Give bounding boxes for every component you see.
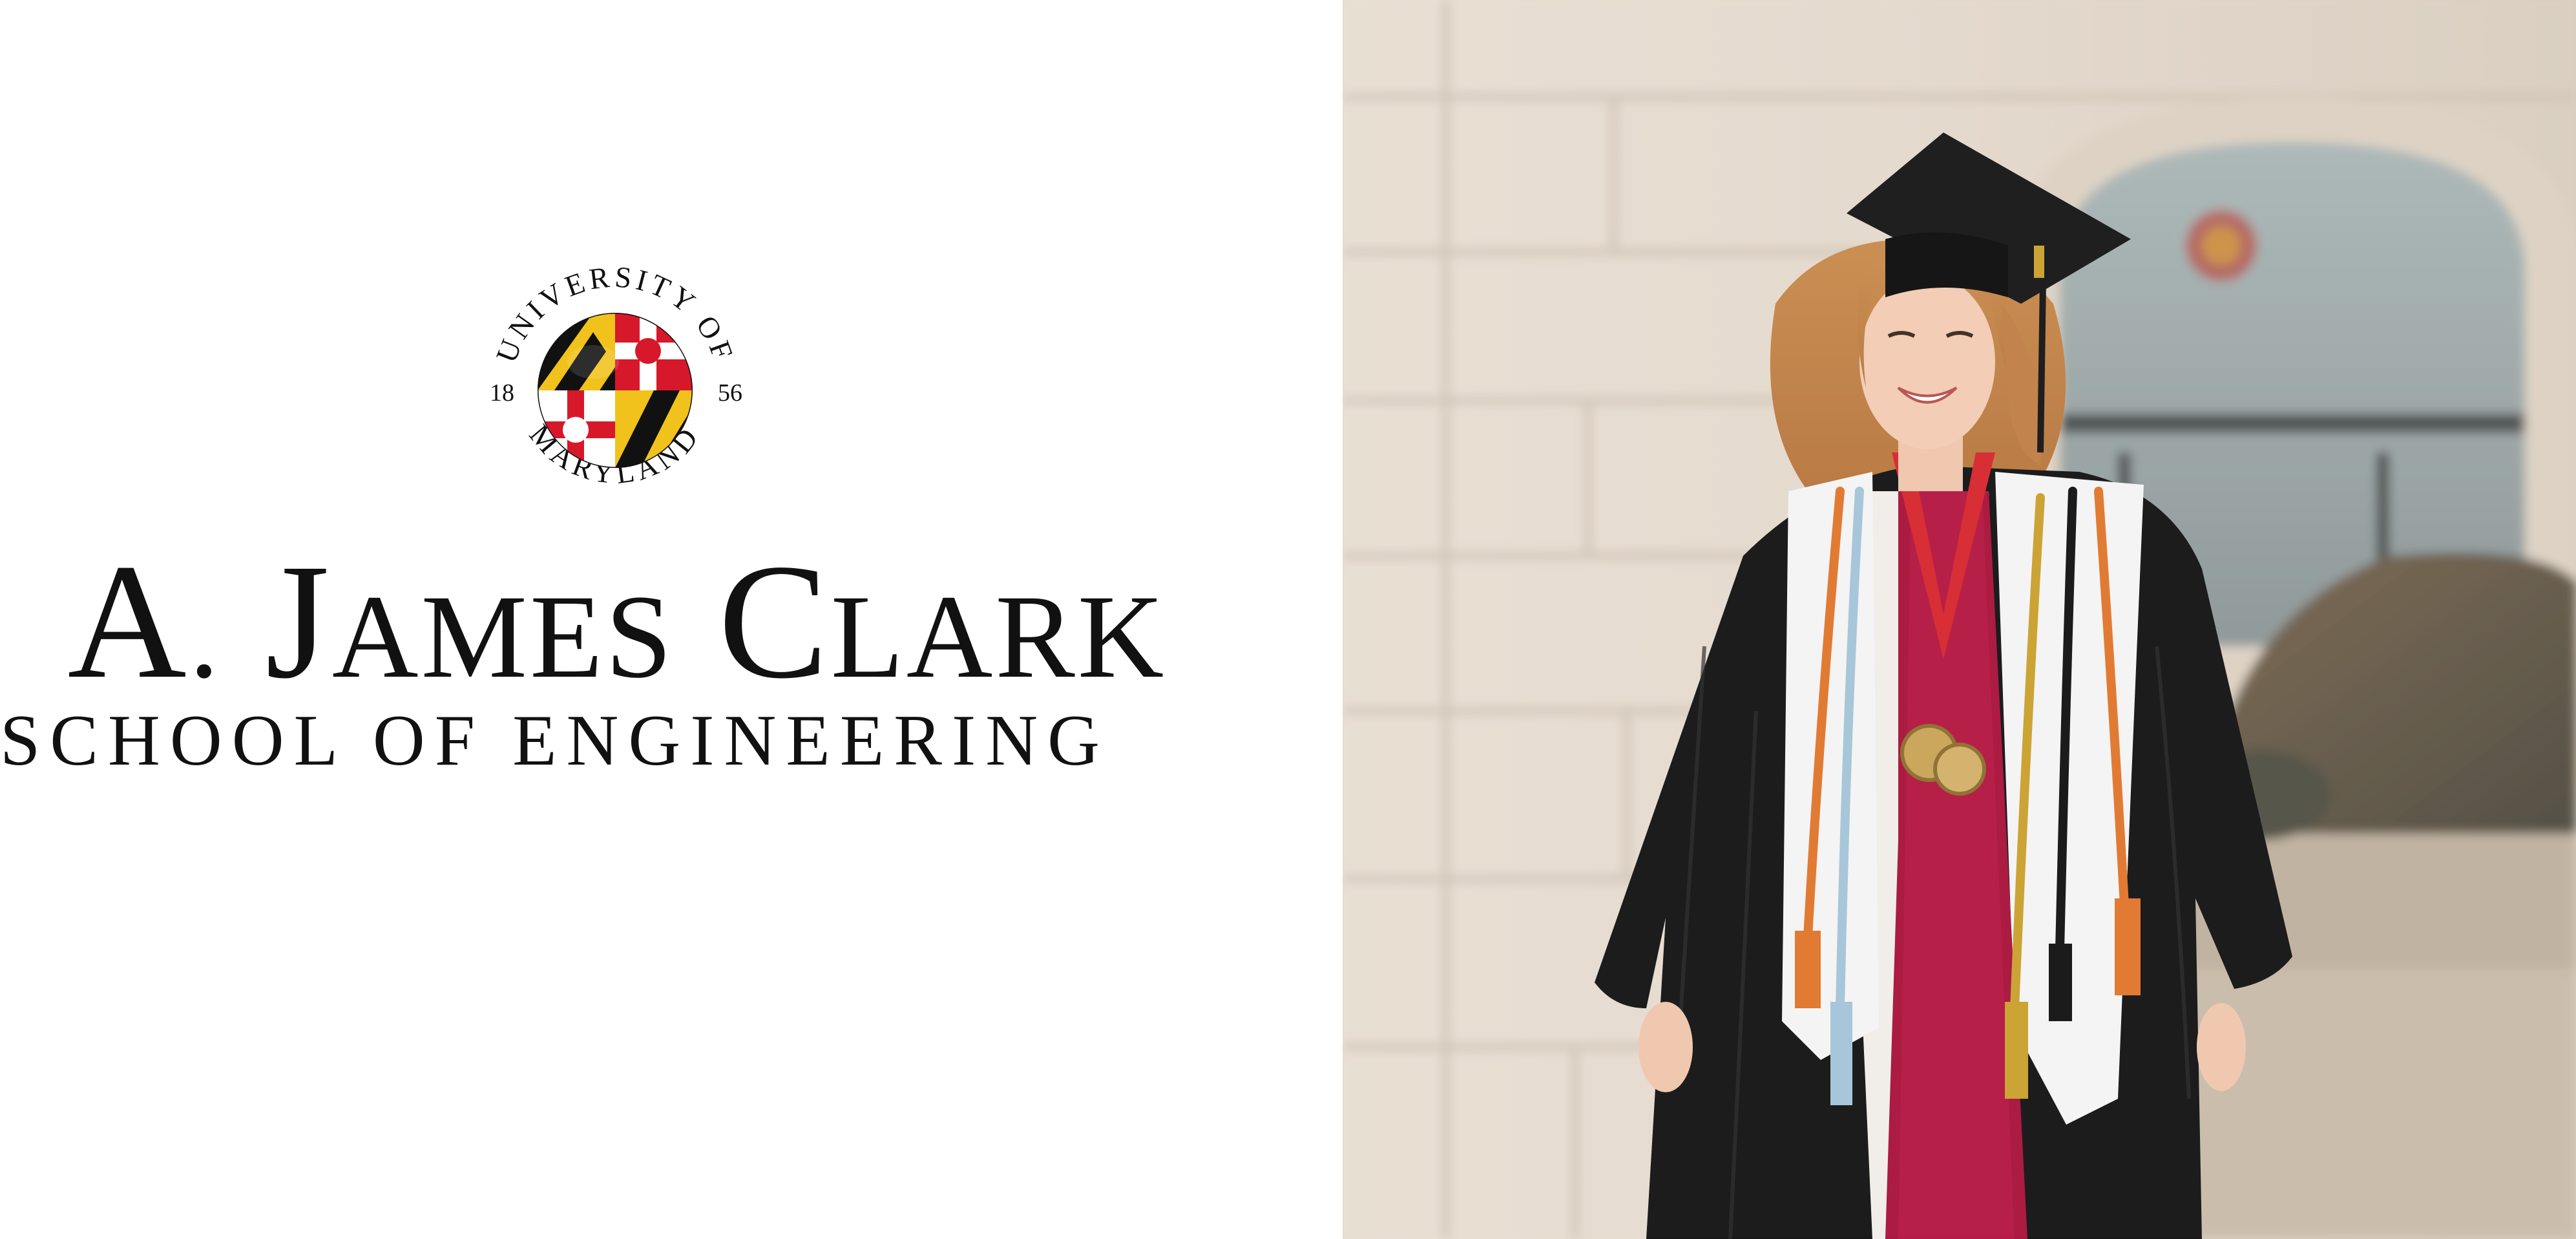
- graduate-photo: [1343, 0, 2576, 1239]
- wordmark-c: C: [718, 531, 831, 713]
- wordmark-j: J: [265, 531, 332, 713]
- school-subtitle: SCHOOL OF ENGINEERING: [0, 701, 1110, 781]
- wordmark-clark-rest: LARK: [830, 571, 1167, 703]
- school-name-wordmark: A. JAMES CLARK: [0, 540, 1234, 704]
- wordmark-a: A: [67, 531, 189, 713]
- university-seal: UNIVERSITY OF MARYLAND 18 56: [490, 260, 742, 490]
- maryland-flag-globe-icon: [538, 313, 693, 468]
- graduate-photo-illustration: [1343, 0, 2576, 1239]
- seal-year-left: 18: [490, 379, 514, 407]
- wordmark-james-rest: AMES: [331, 571, 675, 703]
- page: UNIVERSITY OF MARYLAND 18 56 A. JAMES CL…: [0, 0, 2576, 1239]
- logo-panel: UNIVERSITY OF MARYLAND 18 56 A. JAMES CL…: [0, 0, 1343, 1239]
- wordmark-a-period: .: [189, 571, 222, 703]
- seal-year-right: 56: [718, 379, 742, 407]
